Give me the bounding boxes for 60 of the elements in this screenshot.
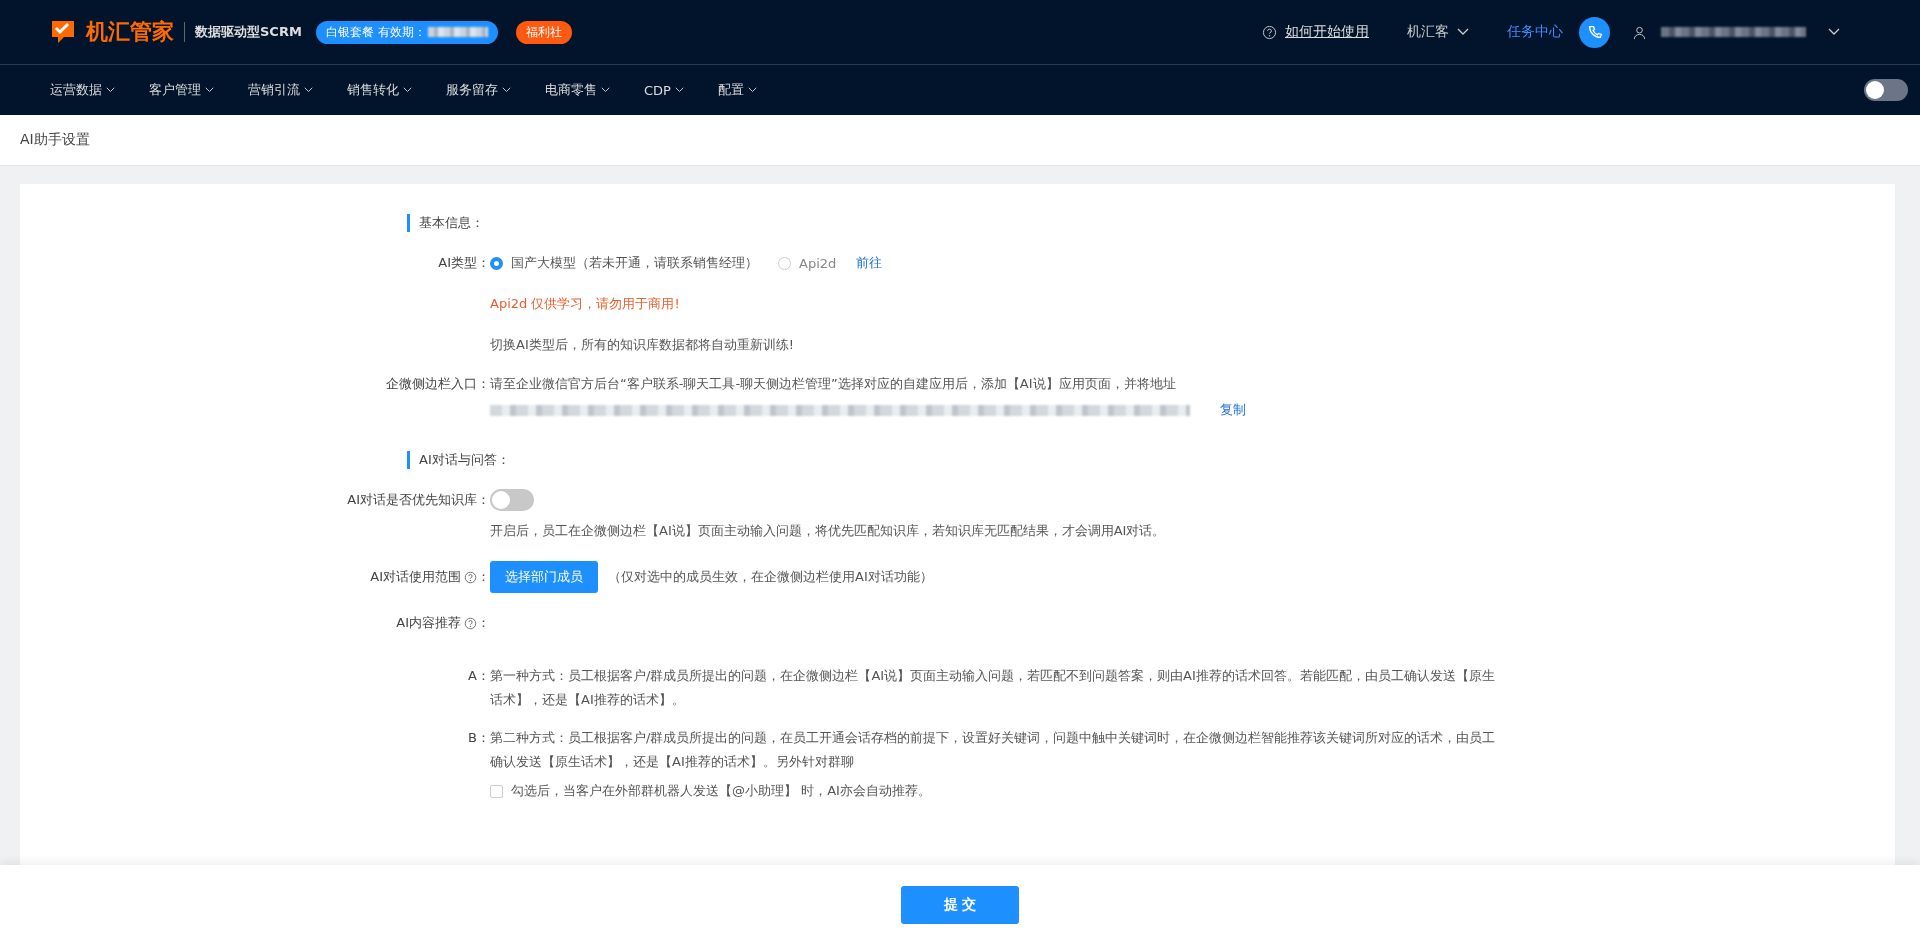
nav-menu-item[interactable]: 客户管理 (149, 81, 214, 99)
plan-badge: 白银套餐 有效期： (315, 20, 498, 44)
chevron-down-icon (502, 87, 511, 93)
option-letter: B： (467, 729, 490, 747)
logo-text: 机汇管家 (86, 18, 174, 46)
checkbox[interactable] (490, 784, 503, 798)
chevron-down-icon (674, 87, 684, 93)
method-text: 第二种方式：员工根据客户/群成员所提出的问题，在员工开通会话存档的前提下，设置好关键词，问题中触中关键词时，在企微侧边栏智能推荐该关键词所对应的话术，由员工确认发送【原生话术】，还是【AI推荐的话术】。另外针对群聊 (490, 729, 1497, 771)
nav-menu-item[interactable]: 销售转化 (347, 81, 412, 99)
nav-menu-item[interactable]: 服务留存 (446, 81, 511, 99)
redacted-date (427, 27, 488, 37)
help-icon (464, 570, 477, 584)
chevron-down-icon (106, 87, 115, 93)
user-icon (1632, 24, 1647, 40)
radio-button[interactable] (490, 256, 503, 270)
help-icon (1262, 24, 1277, 40)
description-text: 开启后，员工在企微侧边栏【AI说】页面主动输入问题，将优先匹配知识库，若知识库无匹配结果，才会调用AI对话。 (490, 522, 1166, 540)
phone-icon[interactable] (1579, 16, 1610, 48)
nav-menu-item[interactable]: 运营数据 (50, 81, 115, 99)
field-label: AI对话使用范围 (370, 568, 461, 586)
section-title: AI对话与问答： (407, 451, 510, 469)
checkbox-label[interactable]: 勾选后，当客户在外部群机器人发送【@小助理】 时，AI亦会自动推荐。 (511, 782, 931, 800)
tagline: 数据驱动型SCRM (195, 23, 302, 41)
logo-icon (50, 19, 76, 45)
nav-menu-item[interactable]: 电商零售 (545, 81, 610, 99)
method-text: 第一种方式：员工根据客户/群成员所提出的问题，在企微侧边栏【AI说】页面主动输入问题，若匹配不到问题答案，则由AI推荐的话术回答。若能匹配，由员工确认发送【原生话术】，还是【AI推荐的话术】。 (490, 667, 1496, 709)
copy-link[interactable]: 复制 (1220, 401, 1246, 419)
nav-menu-item[interactable]: 配置 (717, 81, 757, 99)
warning-text: Api2d 仅供学习，请勿用于商用! (490, 295, 680, 313)
radio-button[interactable] (778, 256, 791, 270)
nav-menu-item[interactable]: CDP (644, 81, 684, 99)
chevron-down-icon (1457, 28, 1469, 36)
help-link[interactable]: 如何开始使用 (1285, 23, 1369, 41)
theme-toggle[interactable] (1864, 79, 1908, 101)
note-text: 切换AI类型后，所有的知识库数据都将自动重新训练! (490, 336, 794, 354)
option-letter: A： (467, 667, 490, 685)
page-title: AI助手设置 (20, 131, 90, 149)
radio-label[interactable]: Api2d (799, 255, 837, 271)
priority-toggle[interactable] (490, 489, 534, 511)
task-center-link[interactable]: 任务中心 (1507, 23, 1563, 41)
section-title: 基本信息： (407, 214, 484, 232)
nav-menu-item[interactable]: 营销引流 (248, 81, 313, 99)
help-icon (464, 616, 477, 630)
field-label: AI内容推荐 (396, 614, 461, 632)
label-colon: ： (477, 614, 490, 632)
chevron-down-icon (1828, 28, 1840, 36)
chevron-down-icon (403, 87, 412, 93)
field-label: AI类型： (437, 254, 490, 272)
instruction-text: 请至企业微信官方后台“客户联系-聊天工具-聊天侧边栏管理”选择对应的自建应用后，添加【AI说】应用页面，并将地址 (490, 375, 1177, 393)
chevron-down-icon (747, 87, 757, 93)
org-menu[interactable]: 机汇客 (1407, 23, 1449, 41)
chevron-down-icon (304, 87, 313, 93)
radio-label[interactable]: 国产大模型（若未开通，请联系销售经理） (511, 254, 758, 272)
chevron-down-icon (205, 87, 214, 93)
field-label: 企微侧边栏入口： (385, 375, 490, 393)
field-label: AI对话是否优先知识库： (346, 491, 490, 509)
label-colon: ： (477, 568, 490, 586)
hint-text: （仅对选中的成员生效，在企微侧边栏使用AI对话功能） (608, 568, 933, 586)
goto-link[interactable]: 前往 (856, 254, 883, 272)
chevron-down-icon (601, 87, 610, 93)
